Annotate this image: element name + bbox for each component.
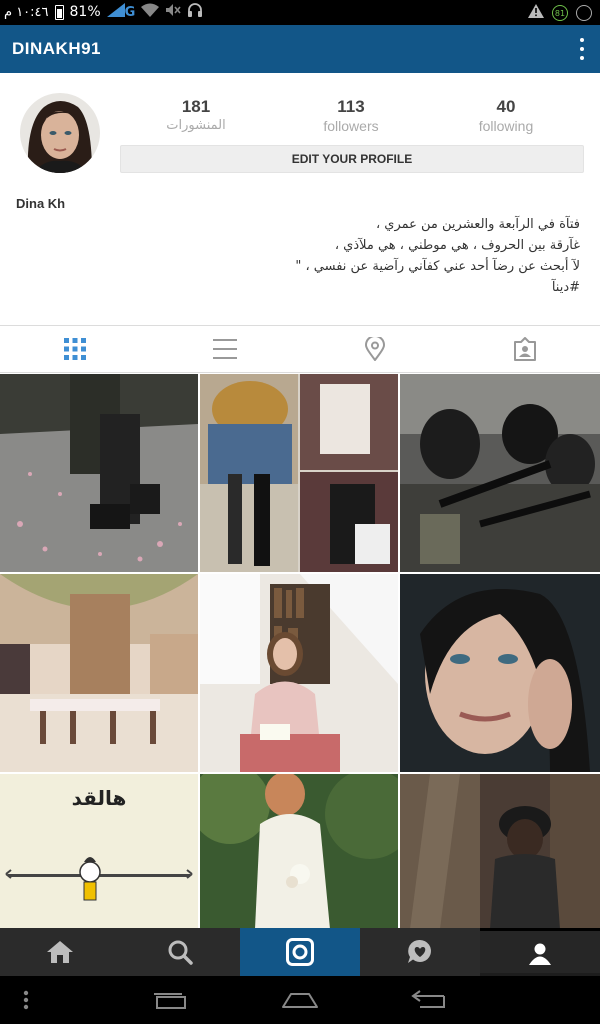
wifi-icon	[141, 3, 160, 21]
battery-percent: 81%	[69, 4, 101, 20]
back-button-icon[interactable]	[410, 990, 446, 1014]
status-right: 81	[528, 4, 592, 22]
home-icon	[47, 941, 73, 963]
system-menu-icon[interactable]	[22, 990, 30, 1014]
tab-grid-view[interactable]	[0, 326, 150, 372]
mute-icon	[165, 3, 181, 21]
search-icon	[168, 940, 193, 965]
profile-name: Dina Kh	[16, 196, 66, 211]
overflow-menu-icon[interactable]	[578, 38, 586, 60]
photo-thumbnail[interactable]	[400, 574, 600, 772]
location-pin-icon	[365, 337, 385, 361]
system-navigation-bar	[0, 976, 600, 1024]
posts-stat[interactable]: 181 المنشورات	[136, 97, 256, 133]
nav-home[interactable]	[0, 928, 120, 976]
photo-thumbnail[interactable]	[400, 374, 600, 572]
posts-label: المنشورات	[166, 118, 226, 133]
signal-icon	[106, 3, 125, 21]
tab-photo-map[interactable]	[300, 326, 450, 372]
nav-search[interactable]	[120, 928, 240, 976]
list-icon	[213, 339, 237, 359]
headphones-icon	[187, 3, 203, 21]
photo-thumbnail[interactable]	[0, 374, 198, 572]
profile-bio: فتآة في الرآبعة والعشرين من عمري ، غآرقة…	[150, 214, 580, 298]
nav-profile[interactable]	[480, 928, 600, 976]
bio-hashtag[interactable]: #دينآ	[150, 277, 580, 298]
followers-count: 113	[337, 97, 365, 116]
activity-bubble-icon	[408, 939, 431, 963]
status-bar: ١٠:٤٦ م 81% G 81	[0, 0, 600, 25]
tagged-person-icon	[514, 337, 536, 361]
photo-thumbnail[interactable]	[200, 574, 398, 772]
tab-tagged-photos[interactable]	[450, 326, 600, 372]
photo-thumbnail[interactable]: هالقد	[0, 774, 198, 929]
photo-thumbnail[interactable]	[400, 774, 600, 929]
following-label: following	[478, 118, 534, 134]
followers-stat[interactable]: 113 followers	[291, 97, 411, 134]
bio-line: غآرقة بين الحروف ، هي موطني ، هي ملآذي ،	[334, 238, 580, 253]
app-status-icon	[576, 5, 592, 21]
network-type: G	[124, 4, 136, 20]
profile-avatar[interactable]	[20, 93, 100, 173]
photo-caption-text: هالقد	[71, 786, 127, 810]
posts-count: 181	[181, 97, 211, 116]
recent-apps-icon[interactable]	[152, 992, 188, 1014]
notification-badge: 81	[552, 5, 568, 21]
battery-icon	[54, 4, 64, 20]
bio-line: فتآة في الرآبعة والعشرين من عمري ،	[375, 217, 580, 232]
nav-activity[interactable]	[360, 928, 480, 976]
home-button-icon[interactable]	[281, 991, 319, 1013]
status-left: ١٠:٤٦ م 81% G	[4, 3, 203, 21]
bio-line: لآ أبحث عن رضآ أحد عني كفآني رآضية عن نف…	[295, 259, 580, 274]
warning-icon	[528, 4, 544, 22]
camera-icon	[286, 938, 314, 966]
following-stat[interactable]: 40 following	[446, 97, 566, 134]
following-count: 40	[496, 97, 516, 116]
username-title: DINAKH91	[12, 39, 102, 58]
photo-thumbnail[interactable]	[200, 774, 398, 929]
profile-person-icon	[529, 943, 551, 965]
photo-grid: هالقد	[0, 374, 600, 929]
app-bar: DINAKH91	[0, 25, 600, 73]
clock: ١٠:٤٦ م	[4, 4, 49, 20]
photo-thumbnail[interactable]	[200, 374, 398, 572]
followers-label: followers	[323, 118, 379, 134]
grid-icon	[64, 338, 86, 360]
photo-thumbnail[interactable]	[0, 574, 198, 772]
edit-profile-button[interactable]: EDIT YOUR PROFILE	[120, 145, 584, 173]
bottom-navigation	[0, 928, 600, 976]
nav-camera[interactable]	[240, 928, 360, 976]
tab-list-view[interactable]	[150, 326, 300, 372]
profile-view-tabs	[0, 325, 600, 373]
